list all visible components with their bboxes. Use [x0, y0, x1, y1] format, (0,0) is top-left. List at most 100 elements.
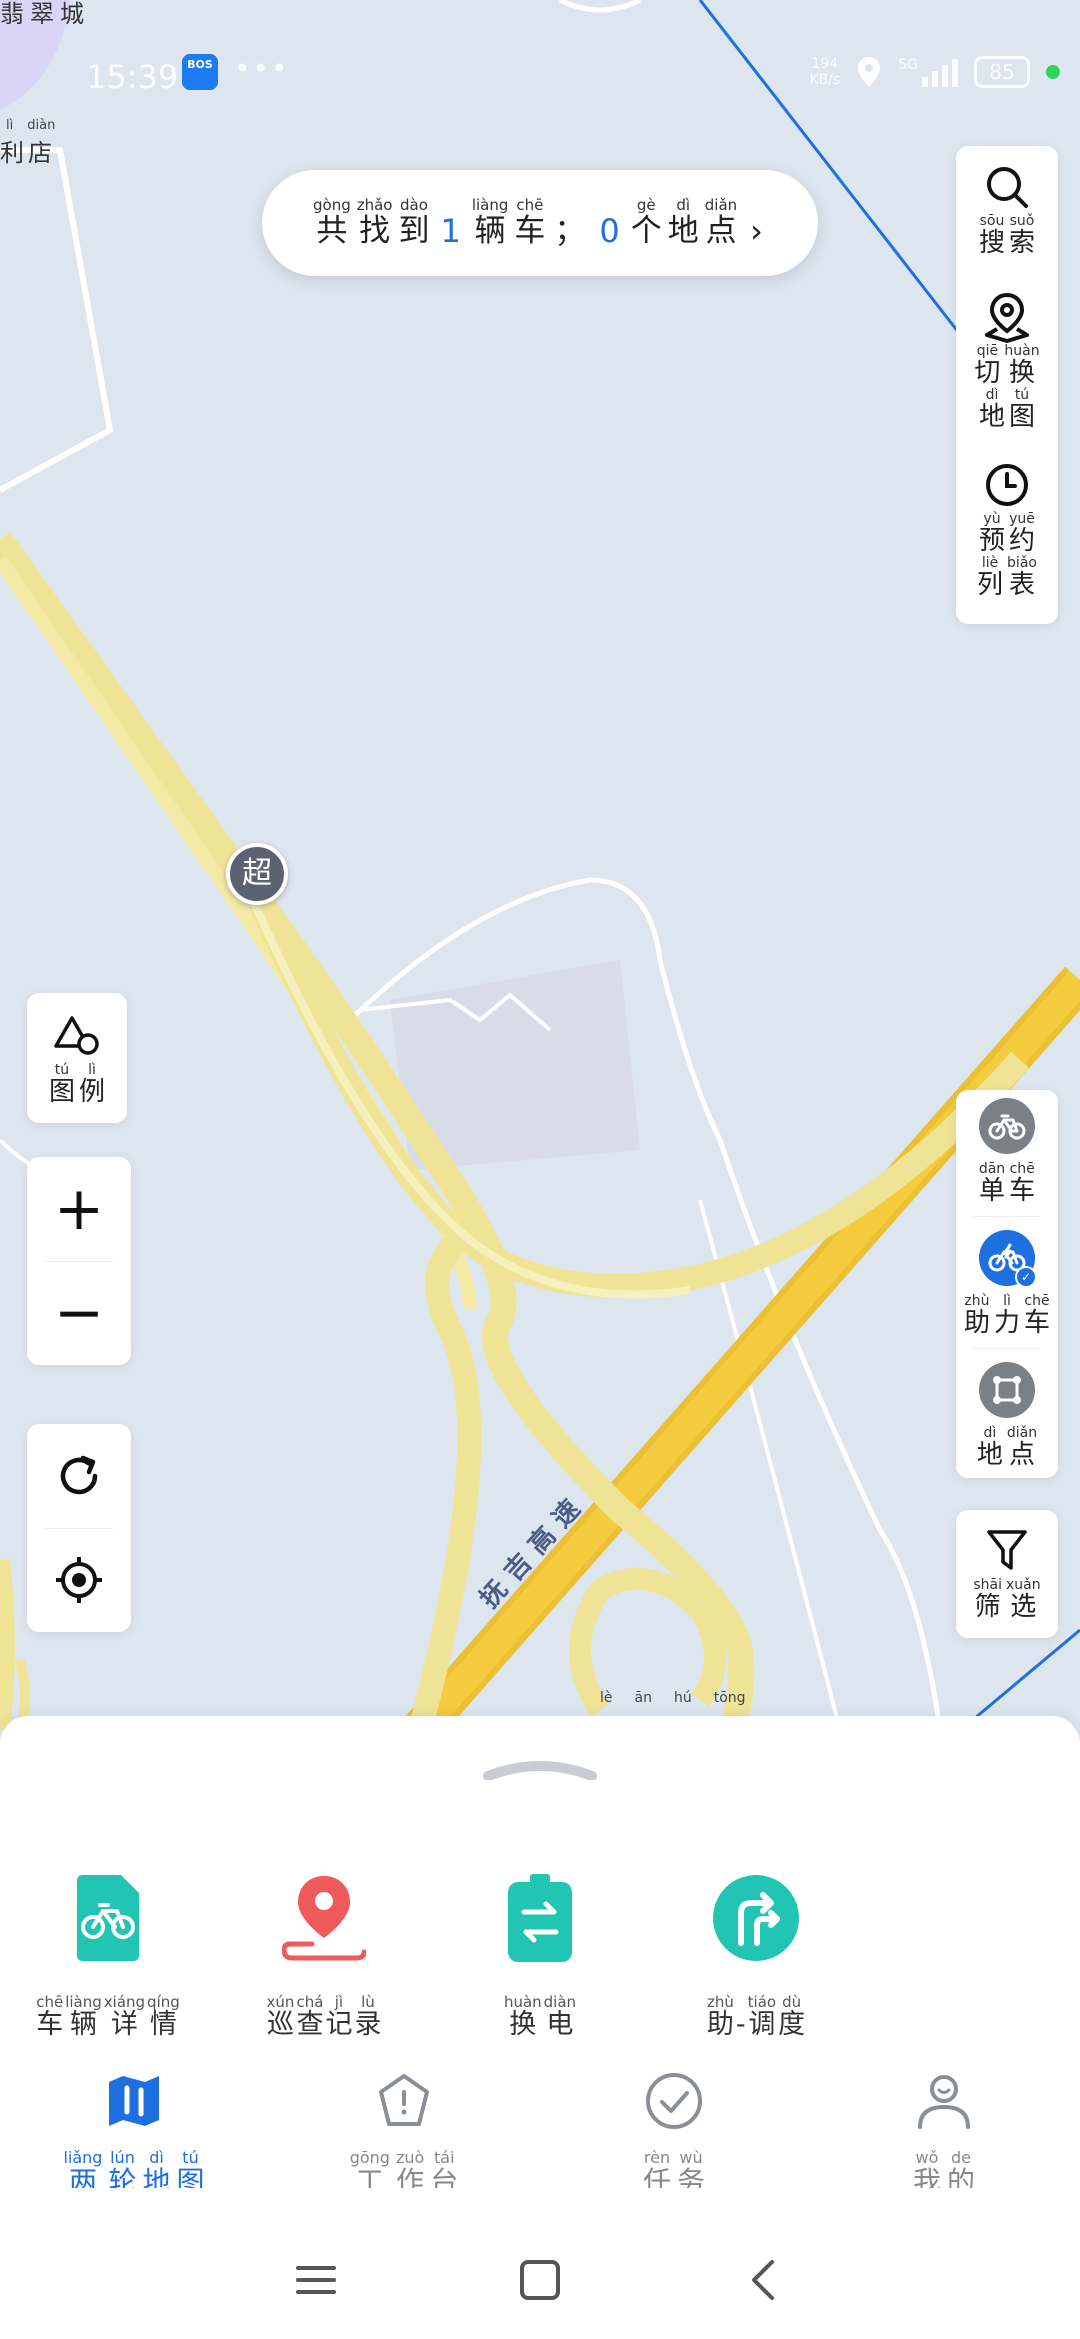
map-label-store-ch-1: 利	[0, 139, 24, 167]
label-hanzi: 换	[1009, 358, 1036, 388]
refresh-button[interactable]	[27, 1424, 131, 1528]
place-toggle[interactable]: dì 地 diǎn 点	[956, 1362, 1058, 1470]
label-pinyin: liàng	[65, 1993, 102, 2011]
status-bar: 15:39 BOS ••• 194 KB/s 5G 85	[0, 40, 1080, 100]
label-pinyin: xuǎn	[1006, 1577, 1041, 1593]
battery-icon: 85	[974, 56, 1030, 88]
summary-char: zhǎo 找	[357, 197, 393, 249]
label-hanzi: 选	[1010, 1592, 1037, 1622]
dispatch-label: zhù 助 - tiáo 调 dù 度	[706, 1994, 806, 2040]
label-pinyin: qiē	[976, 343, 999, 359]
label-char: -	[736, 1994, 746, 2040]
tab-mine[interactable]: wǒ 我 de 的	[844, 2066, 1044, 2188]
tab-tasks[interactable]: rèn 任 wù 务	[574, 2066, 774, 2188]
label-char: xuǎn 选	[1006, 1578, 1041, 1622]
label-hanzi: 工	[355, 2165, 384, 2189]
label-char: dì 地	[142, 2150, 170, 2188]
bottom-road-pinyin: lè ān hú tōng	[600, 1690, 746, 1706]
search-result-summary[interactable]: gòng 共 zhǎo 找 dào 到 1 liàng 辆 chē 车 ； 0 gè 个 d…	[262, 170, 818, 276]
plus-icon: +	[53, 1174, 105, 1244]
label-pinyin: chē	[36, 1993, 64, 2011]
label-char: diàn 电	[544, 1994, 576, 2040]
label-hanzi: 索	[1009, 228, 1036, 258]
label-hanzi: 表	[1009, 570, 1036, 600]
filter-item: shāi 筛 xuǎn 选	[956, 1510, 1058, 1622]
summary-char: dào 到	[398, 197, 429, 249]
area-icon	[979, 1362, 1035, 1418]
vehicle-detail-button[interactable]: chē 车 liàng 辆 xiáng 详 qíng 情	[18, 1872, 198, 2040]
label-hanzi: 巡	[266, 2009, 294, 2040]
tab-two-wheel-map[interactable]: liǎng 两 lún 轮 dì 地 tú 图	[34, 2066, 234, 2188]
label-char: suǒ 索	[1009, 214, 1035, 258]
label-hanzi: 调	[748, 2009, 776, 2040]
summary-pinyin: liàng	[471, 196, 509, 214]
label-hanzi: 助	[706, 2009, 734, 2040]
menu-nav-button[interactable]	[288, 2252, 344, 2308]
label-char: dān 单	[979, 1162, 1005, 1206]
label-hanzi: 车	[1009, 1176, 1036, 1206]
label-hanzi: 地	[976, 1440, 1003, 1470]
switch-map-button[interactable]: qiē 切 huàn 换 dì 地 tú 图	[956, 290, 1058, 432]
label-pinyin: yuē	[1009, 511, 1035, 527]
label-hanzi: 我	[912, 2165, 941, 2189]
summary-hanzi: 车	[514, 213, 546, 249]
locate-me-button[interactable]	[27, 1528, 131, 1632]
label-char: lì 力	[994, 1294, 1020, 1338]
tab-workbench[interactable]: gōng 工 zuò 作 tái 台	[304, 2066, 504, 2188]
ebike-toggle[interactable]: ✓ zhù 助 lì 力 chē 车	[956, 1230, 1058, 1338]
label-pinyin: qíng	[147, 1993, 180, 2011]
label-char: lù 录	[354, 1994, 381, 2040]
zoom-out-button[interactable]: −	[27, 1261, 131, 1365]
label-pinyin: tú	[182, 2150, 199, 2167]
network-type: 5G	[898, 57, 918, 73]
label-hanzi: 两	[68, 2165, 97, 2189]
label-hanzi: 约	[1009, 526, 1036, 556]
zoom-in-button[interactable]: +	[27, 1157, 131, 1261]
label-hanzi: 力	[993, 1308, 1020, 1338]
summary-text: gòng 共 zhǎo 找 dào 到 1 liàng 辆 chē 车 ； 0 gè 个 d…	[310, 197, 763, 249]
label-char: tú 图	[49, 1063, 75, 1107]
back-icon	[752, 2260, 774, 2300]
label-char: dì 地	[979, 388, 1005, 432]
label-hanzi: -	[735, 2009, 746, 2040]
quick-actions: chē 车 liàng 辆 xiáng 详 qíng 情 xún 巡 chá 查 jì 记 l…	[0, 1872, 1080, 2052]
patrol-record-button[interactable]: xún 巡 chá 查 jì 记 lù 录	[234, 1872, 414, 2040]
reservation-list-button[interactable]: yù 预 yuē 约 liè 列 biǎo 表	[956, 458, 1058, 600]
label-pinyin: chē	[1009, 1161, 1035, 1177]
filter-button[interactable]: shāi 筛 xuǎn 选	[956, 1510, 1058, 1638]
battery-swap-button[interactable]: huàn 换 diàn 电	[450, 1872, 630, 2040]
label-char: zhù 助	[707, 1994, 734, 2040]
label-char: liǎng 两	[63, 2150, 102, 2188]
label-hanzi: 度	[778, 2009, 806, 2040]
back-nav-button[interactable]	[736, 2252, 792, 2308]
super-marker[interactable]: 超	[226, 843, 288, 905]
summary-char: diǎn 点	[705, 197, 737, 249]
crosshair-icon	[56, 1557, 102, 1603]
legend-button[interactable]: tú 图 lì 例	[27, 993, 127, 1123]
dispatch-button[interactable]: zhù 助 - tiáo 调 dù 度	[666, 1872, 846, 2040]
home-nav-button[interactable]	[512, 2252, 568, 2308]
dispatch-icon	[710, 1872, 802, 1964]
label-hanzi: 台	[430, 2165, 459, 2189]
label-char: tú 图	[1009, 388, 1035, 432]
label-hanzi: 查	[296, 2009, 324, 2040]
search-button[interactable]: sōu 搜 suǒ 索	[956, 160, 1058, 258]
status-time: 15:39	[86, 58, 179, 96]
label-pinyin: sōu	[979, 213, 1005, 229]
sheet-handle-icon[interactable]	[482, 1758, 598, 1780]
switch-map-label-1: qiē 切 huàn 换	[972, 344, 1041, 388]
label-hanzi: 辆	[70, 2009, 97, 2040]
vehicle-type-panel: dān 单 chē 车 ✓ zhù 助 lì 力 chē 车 dì 地 diǎn 点	[956, 1090, 1058, 1478]
bike-toggle[interactable]: dān 单 chē 车	[956, 1098, 1058, 1206]
label-char: qiē 切	[974, 344, 1000, 388]
label-pinyin: zhù	[964, 1293, 990, 1309]
map-label-store-ch-2: 店	[28, 139, 52, 167]
label-pinyin: huàn	[503, 1993, 542, 2011]
label-hanzi: 助	[963, 1308, 990, 1338]
summary-pinyin: gè	[636, 196, 656, 214]
label-char: huàn 换	[1004, 344, 1039, 388]
label-char: yuē 约	[1009, 512, 1035, 556]
funnel-icon	[980, 1524, 1034, 1578]
label-hanzi: 作	[396, 2165, 425, 2189]
label-pinyin: liè	[981, 555, 999, 571]
